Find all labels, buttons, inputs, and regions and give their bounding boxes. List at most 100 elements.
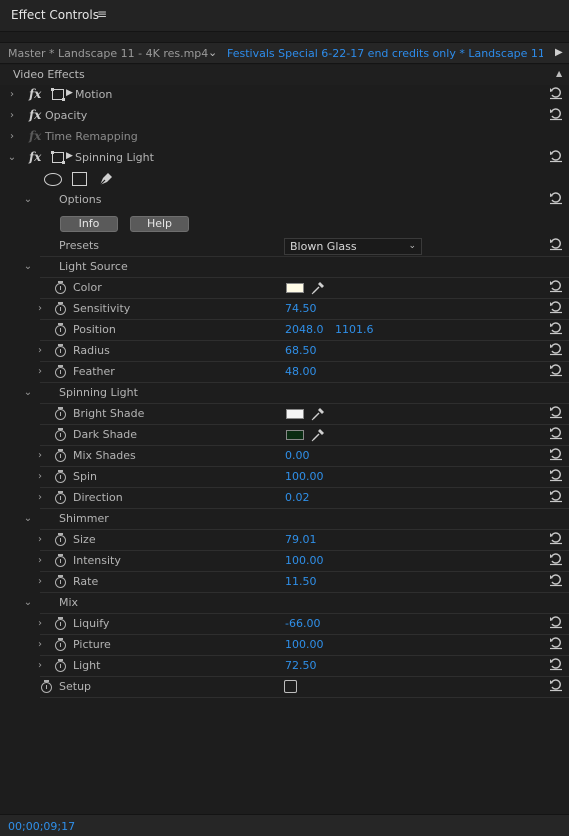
reset-icon[interactable] xyxy=(549,615,563,629)
reset-icon[interactable] xyxy=(549,237,563,251)
chevron-down-icon[interactable]: ⌄ xyxy=(7,152,17,163)
reset-icon[interactable] xyxy=(549,447,563,461)
reset-icon[interactable] xyxy=(549,552,563,566)
master-clip-label[interactable]: Master * Landscape 11 - 4K res.mp4 xyxy=(8,47,208,60)
param-value[interactable]: 72.50 xyxy=(285,659,317,672)
reset-icon[interactable] xyxy=(549,489,563,503)
chevron-right-icon[interactable]: › xyxy=(35,366,45,377)
panel-title[interactable]: Effect Controls xyxy=(11,8,99,22)
current-timecode[interactable]: 00;00;09;17 xyxy=(8,820,75,833)
stopwatch-icon[interactable] xyxy=(55,491,67,504)
chevron-right-icon[interactable]: › xyxy=(35,660,45,671)
chevron-right-icon[interactable]: › xyxy=(7,131,17,142)
position-y-value[interactable]: 1101.6 xyxy=(335,323,374,336)
stopwatch-icon[interactable] xyxy=(55,323,67,336)
presets-dropdown[interactable]: Blown Glass ⌄ xyxy=(284,238,422,255)
stopwatch-icon[interactable] xyxy=(55,575,67,588)
chevron-down-icon[interactable]: ⌄ xyxy=(23,194,33,205)
eyedropper-icon[interactable] xyxy=(311,406,325,421)
chevron-right-icon[interactable]: › xyxy=(7,89,17,100)
stopwatch-icon[interactable] xyxy=(55,281,67,294)
chevron-down-icon[interactable]: ⌄ xyxy=(23,261,33,272)
pen-mask-icon[interactable] xyxy=(98,171,114,187)
transform-handle-icon[interactable] xyxy=(51,151,65,164)
stopwatch-icon[interactable] xyxy=(55,638,67,651)
reset-icon[interactable] xyxy=(549,426,563,440)
reset-icon[interactable] xyxy=(549,342,563,356)
chevron-right-icon[interactable]: › xyxy=(35,492,45,503)
param-value[interactable]: 0.02 xyxy=(285,491,310,504)
ellipse-mask-icon[interactable] xyxy=(44,173,62,186)
reset-icon[interactable] xyxy=(549,321,563,335)
group-row-shimmer[interactable]: ⌄ Shimmer xyxy=(0,509,569,530)
chevron-right-icon[interactable]: › xyxy=(35,471,45,482)
param-value[interactable]: 79.01 xyxy=(285,533,317,546)
effect-row-time-remapping[interactable]: › fx Time Remapping xyxy=(0,127,569,148)
stopwatch-icon[interactable] xyxy=(55,428,67,441)
param-value[interactable]: 74.50 xyxy=(285,302,317,315)
position-x-value[interactable]: 2048.0 xyxy=(285,323,324,336)
reset-icon[interactable] xyxy=(549,363,563,377)
stopwatch-icon[interactable] xyxy=(55,302,67,315)
fx-toggle-icon[interactable]: fx xyxy=(29,108,41,122)
scroll-up-icon[interactable]: ▲ xyxy=(556,69,562,78)
chevron-right-icon[interactable]: › xyxy=(35,303,45,314)
param-value[interactable]: -66.00 xyxy=(285,617,320,630)
group-row-mix[interactable]: ⌄ Mix xyxy=(0,593,569,614)
fx-toggle-icon[interactable]: fx xyxy=(29,87,41,101)
chevron-right-icon[interactable]: › xyxy=(35,639,45,650)
panel-menu-icon[interactable]: ≡ xyxy=(97,7,107,21)
color-swatch[interactable] xyxy=(286,409,304,419)
reset-icon[interactable] xyxy=(549,86,563,100)
reset-icon[interactable] xyxy=(549,279,563,293)
stopwatch-icon[interactable] xyxy=(55,449,67,462)
chevron-right-icon[interactable]: › xyxy=(35,534,45,545)
transform-handle-icon[interactable] xyxy=(51,88,65,101)
group-row-spinning-light[interactable]: ⌄ Spinning Light xyxy=(0,383,569,404)
help-button[interactable]: Help xyxy=(130,216,189,232)
reset-icon[interactable] xyxy=(549,657,563,671)
stopwatch-icon[interactable] xyxy=(41,680,53,693)
chevron-right-icon[interactable]: › xyxy=(7,110,17,121)
stopwatch-icon[interactable] xyxy=(55,407,67,420)
setup-checkbox[interactable] xyxy=(284,680,297,693)
color-swatch[interactable] xyxy=(286,430,304,440)
rectangle-mask-icon[interactable] xyxy=(72,172,87,186)
chevron-right-icon[interactable]: › xyxy=(35,555,45,566)
stopwatch-icon[interactable] xyxy=(55,533,67,546)
chevron-right-icon[interactable]: › xyxy=(35,345,45,356)
reset-icon[interactable] xyxy=(549,573,563,587)
chevron-right-icon[interactable]: › xyxy=(35,450,45,461)
param-value[interactable]: 48.00 xyxy=(285,365,317,378)
effect-row-spinning-light[interactable]: ⌄ fx ▶ Spinning Light xyxy=(0,148,569,169)
stopwatch-icon[interactable] xyxy=(55,617,67,630)
reset-icon[interactable] xyxy=(549,678,563,692)
color-swatch[interactable] xyxy=(286,283,304,293)
param-value[interactable]: 100.00 xyxy=(285,470,324,483)
param-value[interactable]: 0.00 xyxy=(285,449,310,462)
effect-row-motion[interactable]: › fx ▶ Motion xyxy=(0,85,569,106)
chevron-down-icon[interactable]: ⌄ xyxy=(23,513,33,524)
group-row-options[interactable]: ⌄ Options xyxy=(0,190,569,211)
stopwatch-icon[interactable] xyxy=(55,470,67,483)
reset-icon[interactable] xyxy=(549,405,563,419)
reset-icon[interactable] xyxy=(549,107,563,121)
reset-icon[interactable] xyxy=(549,636,563,650)
chevron-down-icon[interactable]: ⌄ xyxy=(23,597,33,608)
chevron-down-icon[interactable]: ⌄ xyxy=(23,387,33,398)
chevron-right-icon[interactable]: › xyxy=(35,576,45,587)
stopwatch-icon[interactable] xyxy=(55,365,67,378)
reset-icon[interactable] xyxy=(549,149,563,163)
param-value[interactable]: 11.50 xyxy=(285,575,317,588)
group-row-light-source[interactable]: ⌄ Light Source xyxy=(0,257,569,278)
effect-row-opacity[interactable]: › fx Opacity xyxy=(0,106,569,127)
eyedropper-icon[interactable] xyxy=(311,427,325,442)
info-button[interactable]: Info xyxy=(60,216,118,232)
chevron-down-icon[interactable]: ⌄ xyxy=(208,46,217,59)
eyedropper-icon[interactable] xyxy=(311,280,325,295)
fx-toggle-icon[interactable]: fx xyxy=(29,150,41,164)
reset-icon[interactable] xyxy=(549,468,563,482)
stopwatch-icon[interactable] xyxy=(55,344,67,357)
reset-icon[interactable] xyxy=(549,300,563,314)
reset-icon[interactable] xyxy=(549,191,563,205)
